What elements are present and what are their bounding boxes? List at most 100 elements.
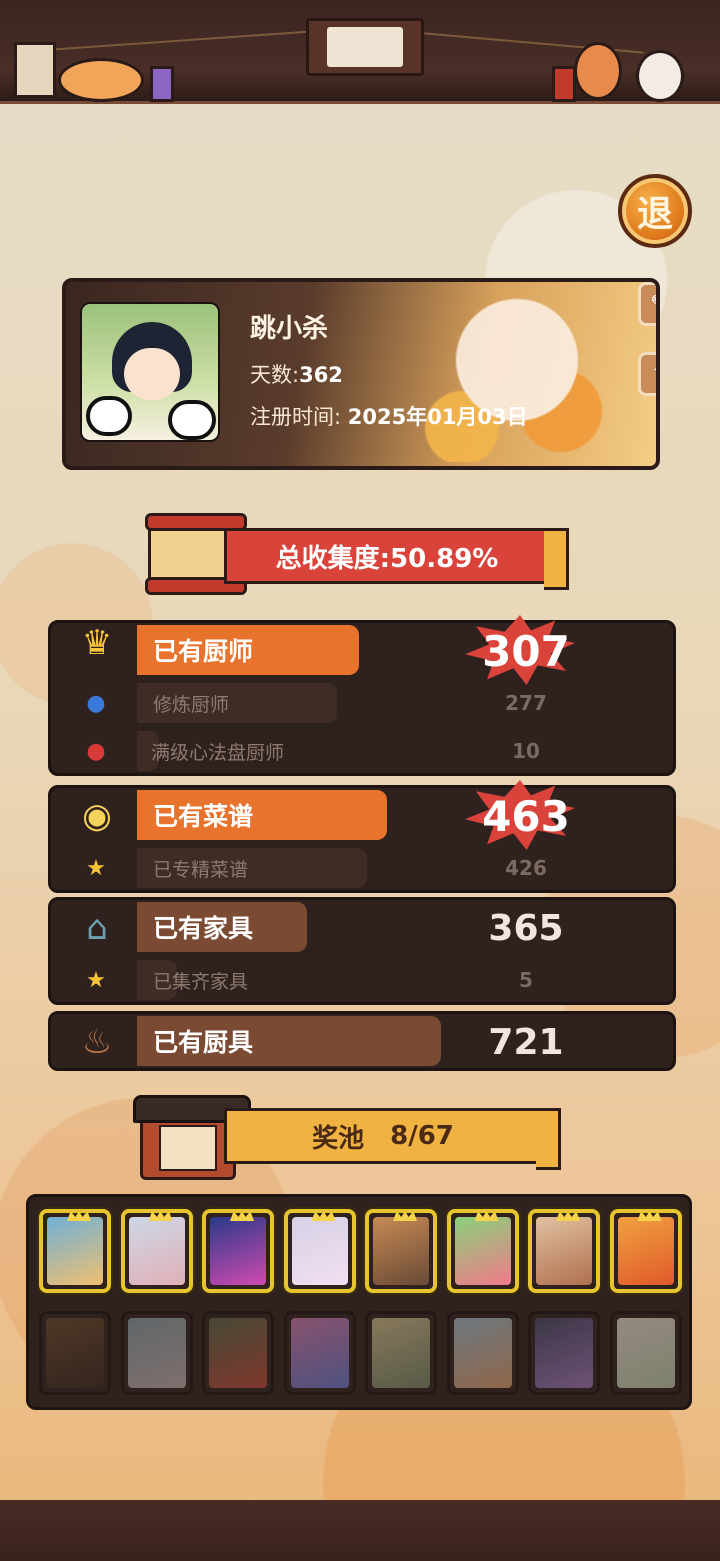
card-artwork <box>536 1217 592 1285</box>
maxlevel-icon: ● <box>86 738 106 764</box>
register-line: 注册时间: 2025年01月03日 <box>250 401 528 431</box>
sub-label: 修炼厨师 <box>137 683 337 723</box>
panda-icon <box>86 396 132 436</box>
utensil-icon: ♨ <box>81 1022 113 1062</box>
card-artwork <box>209 1318 267 1388</box>
rope-left <box>40 30 310 52</box>
furniture-sub-row: ★ 已集齐家具 5 <box>51 956 673 1004</box>
star-icon: ★ <box>86 967 106 993</box>
sub-value: 277 <box>505 691 547 715</box>
card-artwork <box>128 1217 185 1285</box>
days-value: 362 <box>299 363 343 387</box>
sub-value: 426 <box>505 856 547 880</box>
locked-card[interactable] <box>446 1311 519 1395</box>
register-label: 注册时间: <box>250 405 342 429</box>
locked-card[interactable] <box>39 1311 111 1395</box>
edit-icon[interactable]: ✎ <box>638 282 656 326</box>
sub-label: 满级心法盘厨师 <box>137 731 284 771</box>
sub-label: 已集齐家具 <box>137 960 248 1000</box>
locked-card[interactable] <box>528 1311 600 1395</box>
furniture-icon: ⌂ <box>86 908 108 948</box>
chefs-label: 已有厨师 <box>137 625 359 675</box>
card-artwork <box>291 1217 348 1285</box>
chef-icon: ♛ <box>81 623 113 663</box>
utensils-main-row: ♨ 已有厨具 721 <box>51 1014 673 1070</box>
avatar[interactable] <box>80 302 220 442</box>
locked-card[interactable] <box>283 1311 356 1395</box>
locked-card[interactable] <box>202 1311 274 1395</box>
card-artwork <box>617 1217 674 1285</box>
unlocked-card[interactable] <box>446 1209 519 1293</box>
recipes-value: 463 <box>482 792 570 841</box>
lantern-icon <box>552 66 576 102</box>
exit-button-label: 退 <box>618 174 692 248</box>
utensils-label: 已有厨具 <box>137 1016 441 1066</box>
mascot-icon <box>327 27 403 67</box>
prize-pool-label: 奖池 <box>312 1123 365 1154</box>
avatar-face <box>124 348 180 400</box>
card-artwork <box>290 1318 349 1388</box>
days-line: 天数:362 <box>250 359 528 389</box>
card-artwork <box>372 1318 430 1388</box>
crown-icon <box>230 1213 254 1221</box>
collection-label: 总收集度:50.89% <box>224 528 569 590</box>
trainer-icon: ● <box>86 690 106 716</box>
exit-button[interactable]: 退 <box>616 168 694 254</box>
card-artwork <box>127 1318 186 1388</box>
share-icon[interactable]: ⇪ <box>638 352 656 396</box>
profile-card: 跳小杀 天数:362 注册时间: 2025年01月03日 ✎ ⇪ <box>62 278 660 470</box>
furniture-section[interactable]: ⌂ 已有家具 365 ★ 已集齐家具 5 <box>48 897 676 1005</box>
utensils-value: 721 <box>488 1022 564 1063</box>
player-name: 跳小杀 <box>250 314 329 344</box>
unlocked-card[interactable] <box>39 1209 111 1293</box>
star-icon: ★ <box>86 855 106 881</box>
white-cat-icon <box>636 50 684 102</box>
crown-icon <box>556 1213 580 1221</box>
recipes-section[interactable]: ◉ 已有菜谱 463 ★ 已专精菜谱 426 <box>48 780 676 893</box>
card-artwork <box>454 1217 511 1285</box>
top-decoration-bar <box>0 0 720 104</box>
panda-icon <box>168 400 216 440</box>
crown-icon <box>393 1213 417 1221</box>
scroll-icon <box>145 513 247 595</box>
bottom-bar <box>0 1500 720 1561</box>
card-artwork <box>46 1318 104 1388</box>
unlocked-card[interactable] <box>120 1209 193 1293</box>
crown-icon <box>474 1213 499 1221</box>
prize-pool-banner[interactable]: 奖池 8/67 <box>133 1095 561 1180</box>
crown-icon <box>67 1213 91 1221</box>
unlocked-card[interactable] <box>283 1209 356 1293</box>
pudding-icon: ◉ <box>82 796 112 836</box>
sub-value: 10 <box>512 739 540 763</box>
crown-icon <box>637 1213 662 1221</box>
locked-card[interactable] <box>120 1311 193 1395</box>
hanging-sign <box>306 18 424 76</box>
prize-pool-count: 8/67 <box>390 1121 454 1151</box>
chefs-value: 307 <box>482 627 570 676</box>
utensils-section[interactable]: ♨ 已有厨具 721 <box>48 1011 676 1071</box>
collection-banner: 总收集度:50.89% <box>145 513 569 595</box>
prize-pool-panel <box>26 1194 692 1410</box>
unlocked-card[interactable] <box>365 1209 437 1293</box>
card-artwork <box>453 1318 512 1388</box>
register-value: 2025年01月03日 <box>347 405 528 429</box>
sub-label: 已专精菜谱 <box>137 848 367 888</box>
unlocked-card[interactable] <box>202 1209 274 1293</box>
locked-card[interactable] <box>365 1311 437 1395</box>
locked-card[interactable] <box>609 1311 682 1395</box>
unlocked-card[interactable] <box>609 1209 682 1293</box>
chefs-sub-row-2: ● 满级心法盘厨师 10 <box>51 727 673 775</box>
hanging-scroll-icon <box>14 42 56 98</box>
chefs-section[interactable]: ♛ 已有厨师 307 ● 修炼厨师 277 ● 满级心法盘厨师 10 <box>48 615 676 776</box>
recipes-main-row: ◉ 已有菜谱 463 <box>51 780 673 850</box>
furniture-label: 已有家具 <box>137 902 307 952</box>
furniture-main-row: ⌂ 已有家具 365 <box>51 900 673 956</box>
card-artwork <box>47 1217 103 1285</box>
unlocked-card[interactable] <box>528 1209 600 1293</box>
card-artwork <box>373 1217 429 1285</box>
pavilion-icon <box>133 1095 251 1180</box>
card-artwork <box>210 1217 266 1285</box>
crown-icon <box>148 1213 173 1221</box>
recipes-label: 已有菜谱 <box>137 790 387 840</box>
card-artwork <box>535 1318 593 1388</box>
